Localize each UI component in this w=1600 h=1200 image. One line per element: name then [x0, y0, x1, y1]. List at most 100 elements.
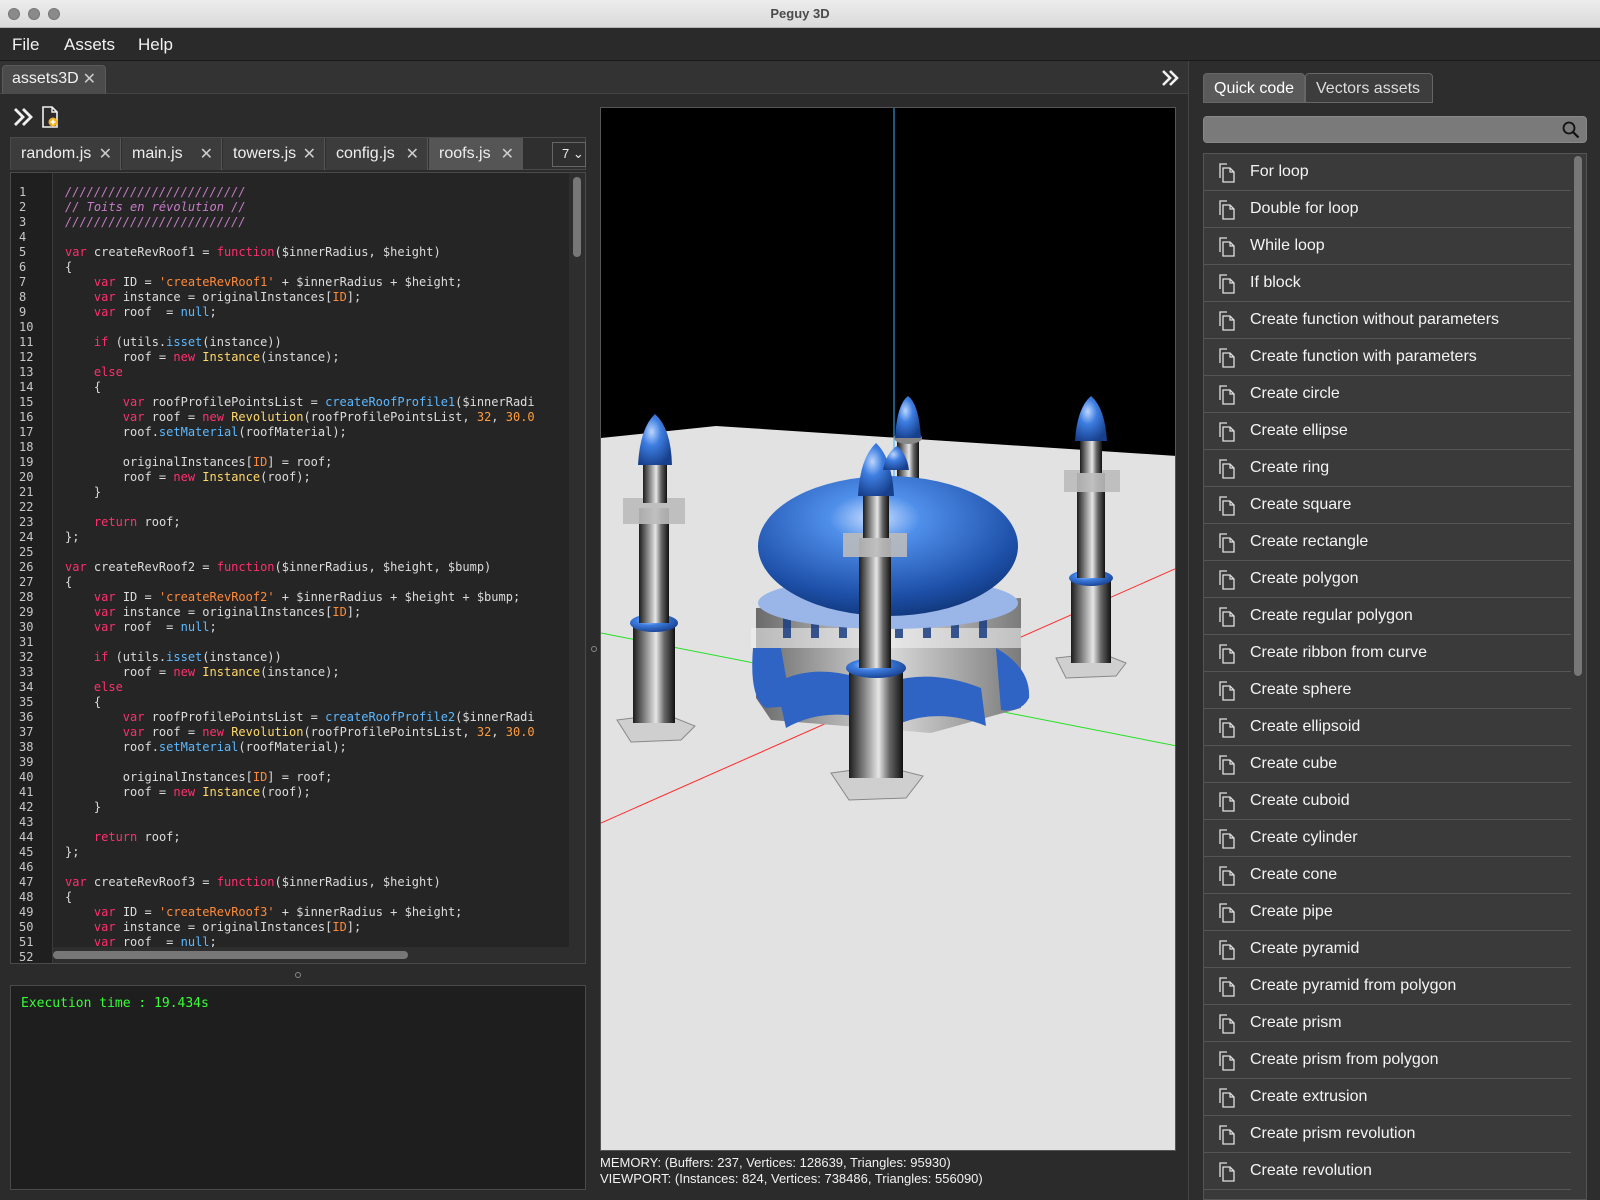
code-line[interactable]: 31	[11, 635, 585, 650]
code-line[interactable]: 48 {	[11, 890, 585, 905]
menu-file[interactable]: File	[12, 35, 39, 55]
quick-code-item[interactable]: Create sphere	[1204, 672, 1571, 709]
code-line[interactable]: 3 /////////////////////////	[11, 215, 585, 230]
double-chevron-right-icon[interactable]	[1160, 68, 1180, 88]
code-line[interactable]: 19 originalInstances[ID] = roof;	[11, 455, 585, 470]
close-tab-icon[interactable]: ✕	[501, 144, 514, 164]
code-line[interactable]: 12 roof = new Instance(instance);	[11, 350, 585, 365]
code-line[interactable]: 50 var instance = originalInstances[ID];	[11, 920, 585, 935]
code-line[interactable]: 7 var ID = 'createRevRoof1' + $innerRadi…	[11, 275, 585, 290]
code-line[interactable]: 26 var createRevRoof2 = function($innerRa…	[11, 560, 585, 575]
run-double-chevron-icon[interactable]	[12, 106, 34, 128]
quick-code-item[interactable]: Create cuboid	[1204, 783, 1571, 820]
tab-assets3d[interactable]: assets3D ✕	[2, 65, 106, 94]
code-line[interactable]: 49 var ID = 'createRevRoof3' + $innerRad…	[11, 905, 585, 920]
menu-assets[interactable]: Assets	[64, 35, 115, 55]
quick-code-item[interactable]: While loop	[1204, 228, 1571, 265]
quick-code-item[interactable]: Create pyramid	[1204, 931, 1571, 968]
quick-code-item[interactable]: Create pyramid from polygon	[1204, 968, 1571, 1005]
code-line[interactable]: 34 else	[11, 680, 585, 695]
quick-code-item[interactable]: Create function with parameters	[1204, 339, 1571, 376]
code-line[interactable]: 16 var roof = new Revolution(roofProfile…	[11, 410, 585, 425]
code-line[interactable]: 4	[11, 230, 585, 245]
quick-code-item[interactable]: Create circle	[1204, 376, 1571, 413]
close-tab-icon[interactable]: ✕	[83, 69, 96, 89]
vertical-split-handle[interactable]	[591, 646, 597, 652]
close-tab-icon[interactable]: ✕	[99, 144, 112, 164]
close-tab-icon[interactable]: ✕	[406, 144, 419, 164]
code-line[interactable]: 13 else	[11, 365, 585, 380]
code-line[interactable]: 5 var createRevRoof1 = function($innerRad…	[11, 245, 585, 260]
code-line[interactable]: 38 roof.setMaterial(roofMaterial);	[11, 740, 585, 755]
code-line[interactable]: 17 roof.setMaterial(roofMaterial);	[11, 425, 585, 440]
close-tab-icon[interactable]: ✕	[303, 144, 316, 164]
tab-main-js[interactable]: main.js ✕	[122, 138, 222, 170]
tab-quick-code[interactable]: Quick code	[1203, 73, 1305, 103]
code-line[interactable]: 30 var roof = null;	[11, 620, 585, 635]
code-line[interactable]: 15 var roofProfilePointsList = createRoo…	[11, 395, 585, 410]
menu-help[interactable]: Help	[138, 35, 173, 55]
code-line[interactable]: 37 var roof = new Revolution(roofProfile…	[11, 725, 585, 740]
list-scrollbar[interactable]	[1574, 156, 1582, 676]
quick-code-item[interactable]: Create ribbon from curve	[1204, 635, 1571, 672]
code-line[interactable]: 14 {	[11, 380, 585, 395]
quick-code-item[interactable]: Create rectangle	[1204, 524, 1571, 561]
more-tabs-dropdown[interactable]: 7 ⌄	[552, 142, 586, 167]
quick-code-item[interactable]: Create cube	[1204, 746, 1571, 783]
code-line[interactable]: 1 /////////////////////////	[11, 185, 585, 200]
code-line[interactable]: 21 }	[11, 485, 585, 500]
code-line[interactable]: 29 var instance = originalInstances[ID];	[11, 605, 585, 620]
code-line[interactable]: 6{	[11, 260, 585, 275]
tab-config-js[interactable]: config.js ✕	[326, 138, 428, 170]
close-tab-icon[interactable]: ✕	[200, 144, 213, 164]
code-line[interactable]: 43	[11, 815, 585, 830]
code-line[interactable]: 2 // Toits en révolution //	[11, 200, 585, 215]
quick-code-item[interactable]: Create cylinder	[1204, 820, 1571, 857]
tab-vectors-assets[interactable]: Vectors assets	[1305, 73, 1433, 103]
code-line[interactable]: 8 var instance = originalInstances[ID];	[11, 290, 585, 305]
quick-code-item[interactable]: Create extrusion	[1204, 1079, 1571, 1116]
code-line[interactable]: 28 var ID = 'createRevRoof2' + $innerRad…	[11, 590, 585, 605]
quick-code-item[interactable]: Create prism revolution	[1204, 1116, 1571, 1153]
code-line[interactable]: 35 {	[11, 695, 585, 710]
horizontal-split-handle[interactable]	[295, 972, 301, 978]
quick-code-item[interactable]: If block	[1204, 265, 1571, 302]
code-line[interactable]: 18	[11, 440, 585, 455]
code-line[interactable]: 33 roof = new Instance(instance);	[11, 665, 585, 680]
code-line[interactable]: 39	[11, 755, 585, 770]
code-line[interactable]: 46	[11, 860, 585, 875]
search-icon[interactable]	[1562, 121, 1580, 139]
quick-code-item[interactable]: Create ellipse	[1204, 413, 1571, 450]
quick-code-item[interactable]: Create cone	[1204, 857, 1571, 894]
code-line[interactable]: 42 }	[11, 800, 585, 815]
quick-code-item[interactable]: Double for loop	[1204, 191, 1571, 228]
code-line[interactable]: 23 return roof;	[11, 515, 585, 530]
code-line[interactable]: 40 originalInstances[ID] = roof;	[11, 770, 585, 785]
quick-code-item[interactable]: Create pipe	[1204, 894, 1571, 931]
code-line[interactable]: 22	[11, 500, 585, 515]
search-field[interactable]	[1203, 116, 1587, 143]
code-line[interactable]: 10	[11, 320, 585, 335]
3d-viewport[interactable]	[600, 107, 1176, 1151]
tab-random-js[interactable]: random.js ✕	[11, 138, 121, 170]
code-line[interactable]: 9 var roof = null;	[11, 305, 585, 320]
code-line[interactable]: 41 roof = new Instance(roof);	[11, 785, 585, 800]
code-line[interactable]: 24};	[11, 530, 585, 545]
code-line[interactable]: 25	[11, 545, 585, 560]
quick-code-item[interactable]: Create prism	[1204, 1005, 1571, 1042]
quick-code-item[interactable]: Create polygon	[1204, 561, 1571, 598]
quick-code-item[interactable]: For loop	[1204, 154, 1571, 191]
quick-code-item[interactable]: Create ring	[1204, 450, 1571, 487]
vertical-scrollbar[interactable]	[573, 177, 581, 257]
quick-code-item[interactable]: Create regular polygon	[1204, 598, 1571, 635]
code-line[interactable]: 11 if (utils.isset(instance))	[11, 335, 585, 350]
tab-towers-js[interactable]: towers.js ✕	[223, 138, 325, 170]
quick-code-item[interactable]: Create revolution	[1204, 1153, 1571, 1190]
code-line[interactable]: 47 var createRevRoof3 = function($innerRa…	[11, 875, 585, 890]
code-line[interactable]: 45};	[11, 845, 585, 860]
code-line[interactable]: 44 return roof;	[11, 830, 585, 845]
horizontal-scrollbar[interactable]	[53, 951, 408, 959]
code-lines[interactable]: 1 ///////////////////////// 2 // Toits en r…	[11, 185, 585, 963]
code-line[interactable]: 20 roof = new Instance(roof);	[11, 470, 585, 485]
quick-code-item[interactable]: Create ellipsoid	[1204, 709, 1571, 746]
